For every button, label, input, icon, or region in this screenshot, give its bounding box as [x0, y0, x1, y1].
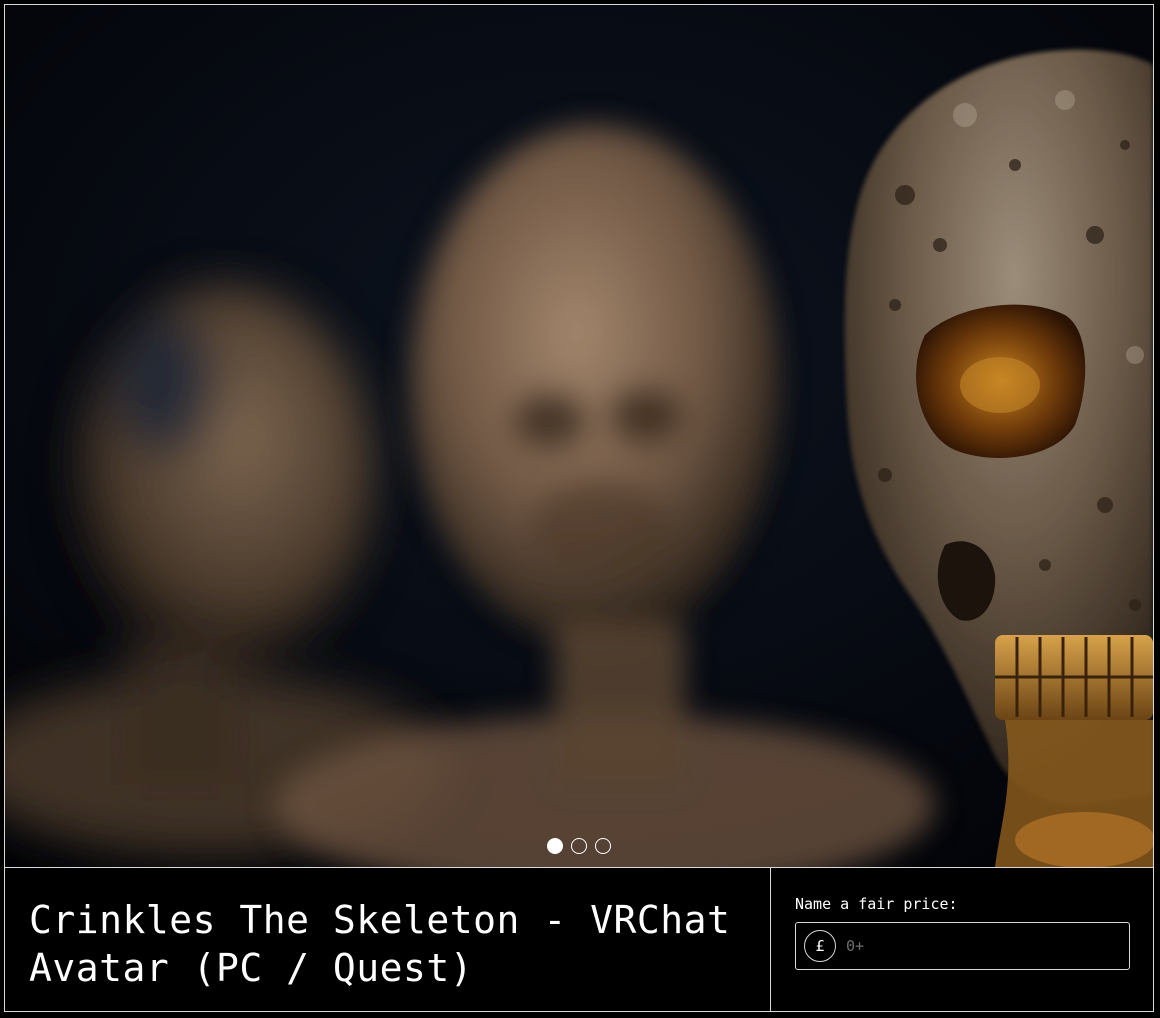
price-field[interactable]: £ — [795, 922, 1130, 970]
carousel-dots — [5, 838, 1153, 854]
image-carousel[interactable] — [5, 5, 1153, 867]
price-label: Name a fair price: — [795, 895, 958, 913]
currency-symbol: £ — [804, 930, 836, 962]
carousel-dot-1[interactable] — [547, 838, 563, 854]
carousel-dot-2[interactable] — [571, 838, 587, 854]
title-cell: Crinkles The Skeleton - VRChat Avatar (P… — [5, 868, 771, 1011]
product-cover-image — [5, 5, 1153, 867]
product-card: Crinkles The Skeleton - VRChat Avatar (P… — [4, 4, 1154, 1012]
price-cell: Name a fair price: £ — [771, 868, 1153, 1011]
product-title: Crinkles The Skeleton - VRChat Avatar (P… — [29, 898, 731, 990]
price-input[interactable] — [844, 925, 1129, 967]
carousel-dot-3[interactable] — [595, 838, 611, 854]
product-info-bar: Crinkles The Skeleton - VRChat Avatar (P… — [5, 867, 1153, 1011]
